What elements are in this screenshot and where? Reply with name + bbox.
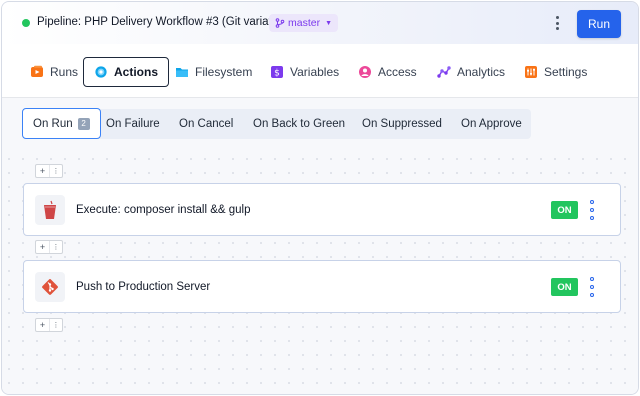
insert-options-button[interactable]: ⋮ (49, 241, 62, 253)
insert-controls: + ⋮ (35, 240, 63, 254)
gear-icon (95, 66, 107, 78)
action-icon-container (35, 195, 65, 225)
tab-settings[interactable]: Settings (518, 57, 593, 87)
action-card[interactable]: Push to Production Server ON (23, 260, 621, 313)
tab-variables[interactable]: $ Variables (264, 57, 345, 87)
tab-settings-label: Settings (544, 65, 588, 79)
more-options-button[interactable] (552, 14, 562, 32)
status-dot (22, 19, 30, 27)
chevron-down-icon: ▼ (325, 19, 333, 27)
tab-on-suppressed[interactable]: On Suppressed (362, 109, 442, 139)
tab-variables-label: Variables (290, 65, 340, 79)
tab-access[interactable]: Access (352, 57, 423, 87)
insert-controls: + ⋮ (35, 318, 63, 332)
tab-on-back-to-green[interactable]: On Back to Green (253, 109, 345, 139)
gulp-icon (44, 200, 56, 219)
tab-actions-label: Actions (114, 65, 159, 79)
add-action-button[interactable]: + (36, 319, 49, 331)
tab-on-approve[interactable]: On Approve (461, 109, 522, 139)
tab-filesystem[interactable]: Filesystem (169, 57, 258, 87)
header: Pipeline: PHP Delivery Workflow #3 (Git … (2, 2, 638, 44)
tab-on-failure-label: On Failure (106, 118, 160, 130)
access-icon (359, 66, 371, 78)
action-menu-button[interactable] (588, 200, 596, 220)
tab-runs-label: Runs (50, 65, 79, 79)
tab-runs[interactable]: Runs (24, 57, 84, 87)
tab-access-label: Access (378, 65, 417, 79)
action-toggle[interactable]: ON (551, 201, 578, 219)
action-menu-button[interactable] (588, 277, 596, 297)
tab-actions[interactable]: Actions (83, 57, 170, 87)
branch-selector[interactable]: master ▼ (269, 14, 339, 32)
tab-filesystem-label: Filesystem (195, 65, 253, 79)
insert-options-button[interactable]: ⋮ (49, 319, 62, 331)
git-icon (42, 279, 58, 295)
tab-on-suppressed-label: On Suppressed (362, 118, 442, 130)
analytics-icon (437, 66, 451, 78)
action-title: Execute: composer install && gulp (76, 204, 251, 216)
app-window: Pipeline: PHP Delivery Workflow #3 (Git … (1, 1, 639, 395)
branch-icon (275, 18, 285, 28)
settings-icon (525, 66, 537, 78)
pipeline-nav: Runs Actions Filesystem $ Variables Acce… (2, 44, 638, 98)
tab-on-cancel-label: On Cancel (179, 118, 234, 130)
run-button[interactable]: Run (577, 10, 621, 38)
trigger-tabs: On Run 2 On Failure On Cancel On Back to… (22, 108, 531, 139)
tab-on-run-label: On Run (33, 117, 73, 130)
add-action-button[interactable]: + (36, 241, 49, 253)
action-icon-container (35, 272, 65, 302)
tab-on-approve-label: On Approve (461, 118, 522, 130)
tab-on-cancel[interactable]: On Cancel (179, 109, 233, 139)
folder-icon (176, 68, 188, 77)
actions-canvas: + ⋮ Execute: composer install && gulp ON… (2, 152, 638, 394)
insert-controls: + ⋮ (35, 164, 63, 178)
action-count-badge: 2 (77, 117, 90, 130)
action-card[interactable]: Execute: composer install && gulp ON (23, 183, 621, 236)
tab-analytics[interactable]: Analytics (431, 57, 511, 87)
insert-options-button[interactable]: ⋮ (49, 165, 62, 177)
tab-analytics-label: Analytics (457, 65, 506, 79)
pipeline-title: Pipeline: PHP Delivery Workflow #3 (Git … (37, 16, 291, 28)
action-toggle[interactable]: ON (551, 278, 578, 296)
svg-text:$: $ (274, 69, 280, 79)
tab-on-failure[interactable]: On Failure (106, 109, 160, 139)
tab-on-run[interactable]: On Run 2 (22, 108, 101, 139)
variables-icon: $ (271, 66, 283, 79)
branch-label: master (288, 17, 321, 29)
add-action-button[interactable]: + (36, 165, 49, 177)
action-title: Push to Production Server (76, 281, 211, 293)
tab-on-back-to-green-label: On Back to Green (253, 118, 346, 130)
runs-icon (31, 65, 43, 77)
